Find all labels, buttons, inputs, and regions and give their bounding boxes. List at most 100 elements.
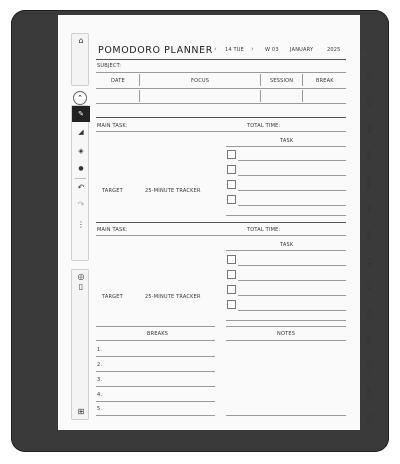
header-divider [96,59,346,60]
task-checkbox[interactable] [227,165,236,174]
toolbar-home-panel: ⌂ [71,33,89,86]
undo-icon[interactable]: ↶ [72,183,90,193]
month-tab-jun[interactable]: JUN [360,258,376,267]
task-line [226,320,346,321]
task-checkbox[interactable] [227,195,236,204]
table-col-divider [302,74,303,86]
highlighter-icon[interactable]: ◈ [72,146,90,156]
break-line [96,386,215,387]
month-tab-jul[interactable]: JUL [360,284,376,292]
month-tab-aug[interactable]: AUG [360,310,376,321]
breaks-header-line [96,340,215,341]
eraser-icon[interactable]: ◢ [72,127,90,137]
break-item: 4. [97,392,103,398]
block-divider [96,222,346,223]
notes-title: NOTES [277,331,296,337]
task-line [238,265,346,266]
lasso-icon[interactable]: ● [72,164,90,174]
task-checkbox[interactable] [227,300,236,309]
collapse-toolbar-button[interactable]: ⌃ [73,91,87,105]
break-item: 5. [97,406,103,412]
page-icon[interactable]: ▯ [72,282,90,292]
table-col-divider [260,90,261,102]
page-title: POMODORO PLANNER [98,45,213,56]
toolbar-divider [75,178,86,179]
break-item: 2. [97,362,103,368]
break-item: 1. [97,347,103,353]
month-tab-sep[interactable]: SEP [360,336,376,345]
month-tab-oct[interactable]: OCT [360,362,376,372]
task-checkbox[interactable] [227,270,236,279]
notes-header-line [226,340,346,341]
task-line [238,280,346,281]
main-task-label: MAIN TASK: [97,123,128,129]
month-tab-dec[interactable]: DEC [360,414,376,425]
week-link[interactable]: W 03 [265,47,279,53]
task-line [238,175,346,176]
tracker-label: 25-MINUTE TRACKER [145,188,201,194]
notes-top-line [226,326,346,327]
focus-header: FOCUS [191,78,210,84]
breaks-top-line [96,326,215,327]
session-header: SESSION [270,78,294,84]
table-header-line [96,88,346,89]
task-checkbox[interactable] [227,255,236,264]
break-item: 3. [97,377,103,383]
month-tab-nov[interactable]: NOV [360,387,376,398]
task-line [226,215,346,216]
month-tab-may[interactable]: MAY [360,231,376,241]
settings-icon[interactable]: ◎ [72,272,90,282]
task-line [226,250,346,251]
month-tab-jan[interactable]: JAN [360,125,376,134]
break-line [96,371,215,372]
year-tab-2025[interactable]: 2025 [360,69,376,82]
month-tab-mar[interactable]: MAR [360,177,376,188]
task-line [238,190,346,191]
home-icon[interactable]: ⌂ [72,36,90,46]
redo-icon[interactable]: ↷ [72,200,90,210]
year-link[interactable]: 2025 [327,47,341,53]
break-header: BREAK [316,78,334,84]
total-time-label: TOTAL TIME: [247,123,281,129]
month-tab-apr[interactable]: APR [360,204,376,214]
chevron-up-icon: ⌃ [77,94,83,102]
table-col-divider [139,90,140,102]
break-line [96,401,215,402]
more-options-icon[interactable]: ⋮ [72,220,90,230]
target-label: TARGET [102,294,123,300]
task-checkbox[interactable] [227,285,236,294]
year-tab-2026[interactable]: 2026 [360,95,376,108]
task-header: TASK [280,242,294,248]
toolbar-bottom-panel: ◎ ▯ ⊞ [71,269,89,420]
subject-line [96,72,346,73]
total-time-label: TOTAL TIME: [247,227,281,233]
task-header: TASK [280,138,294,144]
task-checkbox[interactable] [227,180,236,189]
pages-overview-icon[interactable]: ⊞ [72,407,90,417]
next-day-icon[interactable]: › [251,45,254,53]
month-link[interactable]: JANUARY [290,47,313,53]
break-line [96,415,215,416]
left-toolbar: ⌂ ⌃ ✎ ◢ ◈ ● ↶ ↷ ⋮ ◎ ▯ ⊞ [71,33,90,420]
toolbar-tools-panel: ✎ ◢ ◈ ● ↶ ↷ ⋮ [71,105,90,261]
day-label[interactable]: 14 TUE [225,47,244,53]
side-home-icon[interactable]: ⌂ [362,48,367,57]
block-divider [96,117,346,118]
task-line [238,160,346,161]
task-line [238,310,346,311]
task-line [238,205,346,206]
main-task-line [96,235,346,236]
notes-bottom-line [226,415,346,416]
target-label: TARGET [102,188,123,194]
prev-day-icon[interactable]: ‹ [214,45,217,53]
table-col-divider [139,74,140,86]
month-tab-feb[interactable]: FEB [360,150,376,159]
tracker-label: 25-MINUTE TRACKER [145,294,201,300]
task-line [238,295,346,296]
task-checkbox[interactable] [227,150,236,159]
pen-icon[interactable]: ✎ [72,106,90,122]
date-header: DATE [111,78,125,84]
subject-label: SUBJECT: [97,63,122,69]
main-task-line [96,131,346,132]
break-line [96,356,215,357]
